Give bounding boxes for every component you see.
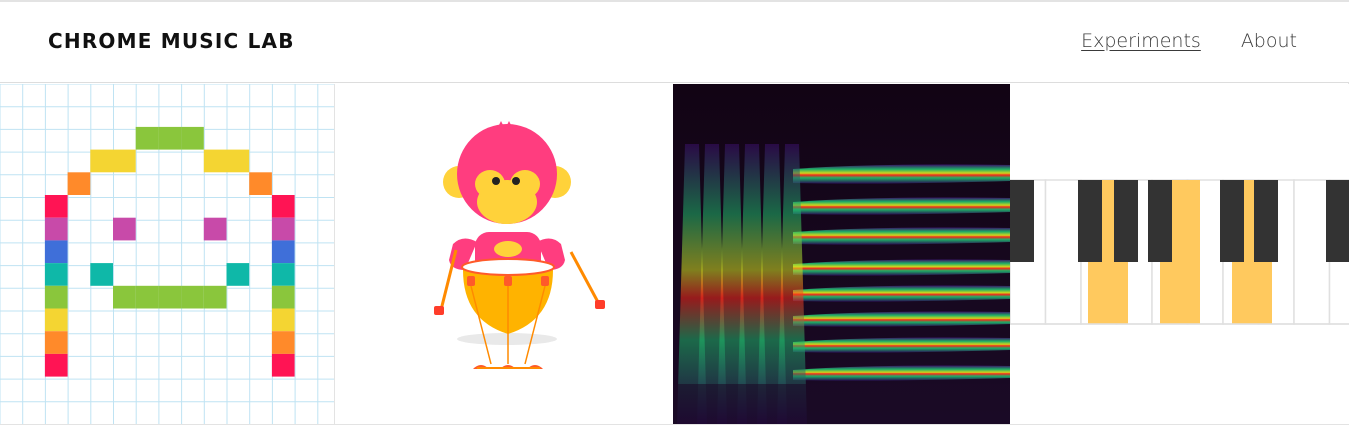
experiment-tile-song-maker[interactable] [0,84,335,424]
site-header: CHROME MUSIC LAB Experiments About [0,2,1349,83]
main-nav: Experiments About [1081,30,1297,52]
experiment-tile-rhythm[interactable] [335,84,673,424]
site-logo-link[interactable]: CHROME MUSIC LAB [48,29,295,53]
experiment-tile-piano[interactable] [1010,84,1349,424]
rhythm-monkey-drummer-icon [434,121,605,369]
nav-experiments-link[interactable]: Experiments [1081,30,1201,52]
experiments-grid [0,84,1349,424]
piano-keys-icon [1010,179,1349,325]
song-maker-grid-icon [0,84,334,424]
nav-about-link[interactable]: About [1241,30,1297,52]
experiment-tile-spectrogram[interactable] [673,84,1010,424]
spectrogram-icon [673,84,1010,424]
